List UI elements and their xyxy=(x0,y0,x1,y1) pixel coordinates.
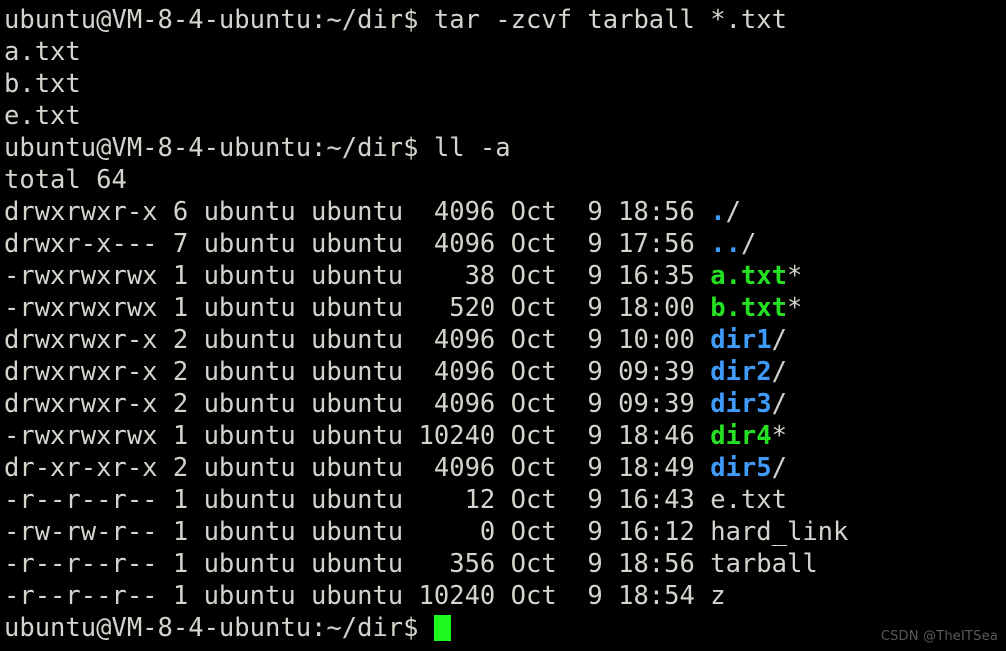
listing-total: total 64 xyxy=(4,165,127,195)
listing-row: drwxrwxr-x 6 ubuntu ubuntu 4096 Oct 9 18… xyxy=(4,196,1006,228)
listing-name: dir4 xyxy=(710,421,772,451)
listing-name-suffix: * xyxy=(786,261,803,291)
listing-name: dir5 xyxy=(710,453,772,483)
listing-perms: -rwxrwxrwx 1 ubuntu ubuntu 38 Oct 9 16:3… xyxy=(4,261,711,291)
listing-perms: dr-xr-xr-x 2 ubuntu ubuntu 4096 Oct 9 18… xyxy=(4,453,711,483)
listing-name: z xyxy=(710,581,726,611)
listing-row: -rwxrwxrwx 1 ubuntu ubuntu 38 Oct 9 16:3… xyxy=(4,260,1006,292)
listing-row: drwxrwxr-x 2 ubuntu ubuntu 4096 Oct 9 09… xyxy=(4,356,1006,388)
listing-row: -rw-rw-r-- 1 ubuntu ubuntu 0 Oct 9 16:12… xyxy=(4,516,1006,548)
terminal-line-tar-output-2: e.txt xyxy=(4,100,1006,132)
tar-output-file: b.txt xyxy=(4,69,81,99)
listing-row: dr-xr-xr-x 2 ubuntu ubuntu 4096 Oct 9 18… xyxy=(4,452,1006,484)
listing-perms: -rwxrwxrwx 1 ubuntu ubuntu 10240 Oct 9 1… xyxy=(4,421,711,451)
listing-row: drwxr-x--- 7 ubuntu ubuntu 4096 Oct 9 17… xyxy=(4,228,1006,260)
command-text: ll -a xyxy=(433,133,511,163)
listing-name-suffix: / xyxy=(771,389,787,419)
listing-name: dir1 xyxy=(710,325,772,355)
listing-name-suffix: / xyxy=(771,357,787,387)
listing-name: dir3 xyxy=(710,389,772,419)
listing-row: drwxrwxr-x 2 ubuntu ubuntu 4096 Oct 9 10… xyxy=(4,324,1006,356)
directory-listing: drwxrwxr-x 6 ubuntu ubuntu 4096 Oct 9 18… xyxy=(4,196,1006,612)
listing-name-suffix: / xyxy=(771,325,787,355)
listing-name-suffix: * xyxy=(771,421,787,451)
listing-name: . xyxy=(710,197,726,227)
listing-name: .. xyxy=(710,229,741,259)
terminal-window[interactable]: ubuntu@VM-8-4-ubuntu:~/dir$ tar -zcvf ta… xyxy=(0,0,1006,651)
listing-perms: -r--r--r-- 1 ubuntu ubuntu 12 Oct 9 16:4… xyxy=(4,485,711,515)
shell-prompt: ubuntu@VM-8-4-ubuntu:~/dir$ xyxy=(4,613,434,643)
terminal-line-tar-output-1: b.txt xyxy=(4,68,1006,100)
shell-prompt: ubuntu@VM-8-4-ubuntu:~/dir$ xyxy=(4,133,434,163)
terminal-line-tar-output-0: a.txt xyxy=(4,36,1006,68)
listing-perms: -r--r--r-- 1 ubuntu ubuntu 356 Oct 9 18:… xyxy=(4,549,711,579)
listing-perms: -r--r--r-- 1 ubuntu ubuntu 10240 Oct 9 1… xyxy=(4,581,711,611)
listing-perms: -rwxrwxrwx 1 ubuntu ubuntu 520 Oct 9 18:… xyxy=(4,293,711,323)
terminal-line-command-ll: ubuntu@VM-8-4-ubuntu:~/dir$ ll -a xyxy=(4,132,1006,164)
listing-perms: drwxrwxr-x 6 ubuntu ubuntu 4096 Oct 9 18… xyxy=(4,197,711,227)
listing-name: tarball xyxy=(710,549,818,579)
listing-perms: drwxr-x--- 7 ubuntu ubuntu 4096 Oct 9 17… xyxy=(4,229,711,259)
terminal-screen[interactable]: ubuntu@VM-8-4-ubuntu:~/dir$ tar -zcvf ta… xyxy=(0,0,1006,644)
listing-name: dir2 xyxy=(710,357,772,387)
listing-row: -rwxrwxrwx 1 ubuntu ubuntu 10240 Oct 9 1… xyxy=(4,420,1006,452)
listing-name-suffix: / xyxy=(771,453,787,483)
watermark: CSDN @TheITSea xyxy=(880,629,998,644)
listing-row: drwxrwxr-x 2 ubuntu ubuntu 4096 Oct 9 09… xyxy=(4,388,1006,420)
command-text: tar -zcvf tarball *.txt xyxy=(433,5,787,35)
listing-name-suffix: / xyxy=(740,229,757,259)
listing-name: b.txt xyxy=(710,293,787,323)
listing-row: -r--r--r-- 1 ubuntu ubuntu 356 Oct 9 18:… xyxy=(4,548,1006,580)
listing-name-suffix: / xyxy=(725,197,741,227)
listing-perms: -rw-rw-r-- 1 ubuntu ubuntu 0 Oct 9 16:12 xyxy=(4,517,711,547)
listing-row: -r--r--r-- 1 ubuntu ubuntu 12 Oct 9 16:4… xyxy=(4,484,1006,516)
tar-output-file: a.txt xyxy=(4,37,81,67)
terminal-line-final-prompt[interactable]: ubuntu@VM-8-4-ubuntu:~/dir$ xyxy=(4,612,1006,644)
terminal-line-total: total 64 xyxy=(4,164,1006,196)
listing-perms: drwxrwxr-x 2 ubuntu ubuntu 4096 Oct 9 10… xyxy=(4,325,711,355)
shell-prompt: ubuntu@VM-8-4-ubuntu:~/dir$ xyxy=(4,5,434,35)
listing-perms: drwxrwxr-x 2 ubuntu ubuntu 4096 Oct 9 09… xyxy=(4,389,711,419)
listing-name: e.txt xyxy=(710,485,787,515)
tar-output-file: e.txt xyxy=(4,101,81,131)
listing-name: hard_link xyxy=(710,517,849,547)
listing-name-suffix: * xyxy=(786,293,803,323)
listing-perms: drwxrwxr-x 2 ubuntu ubuntu 4096 Oct 9 09… xyxy=(4,357,711,387)
listing-row: -rwxrwxrwx 1 ubuntu ubuntu 520 Oct 9 18:… xyxy=(4,292,1006,324)
terminal-line-command-tar: ubuntu@VM-8-4-ubuntu:~/dir$ tar -zcvf ta… xyxy=(4,4,1006,36)
listing-row: -r--r--r-- 1 ubuntu ubuntu 10240 Oct 9 1… xyxy=(4,580,1006,612)
listing-name: a.txt xyxy=(710,261,787,291)
text-cursor xyxy=(433,615,451,641)
